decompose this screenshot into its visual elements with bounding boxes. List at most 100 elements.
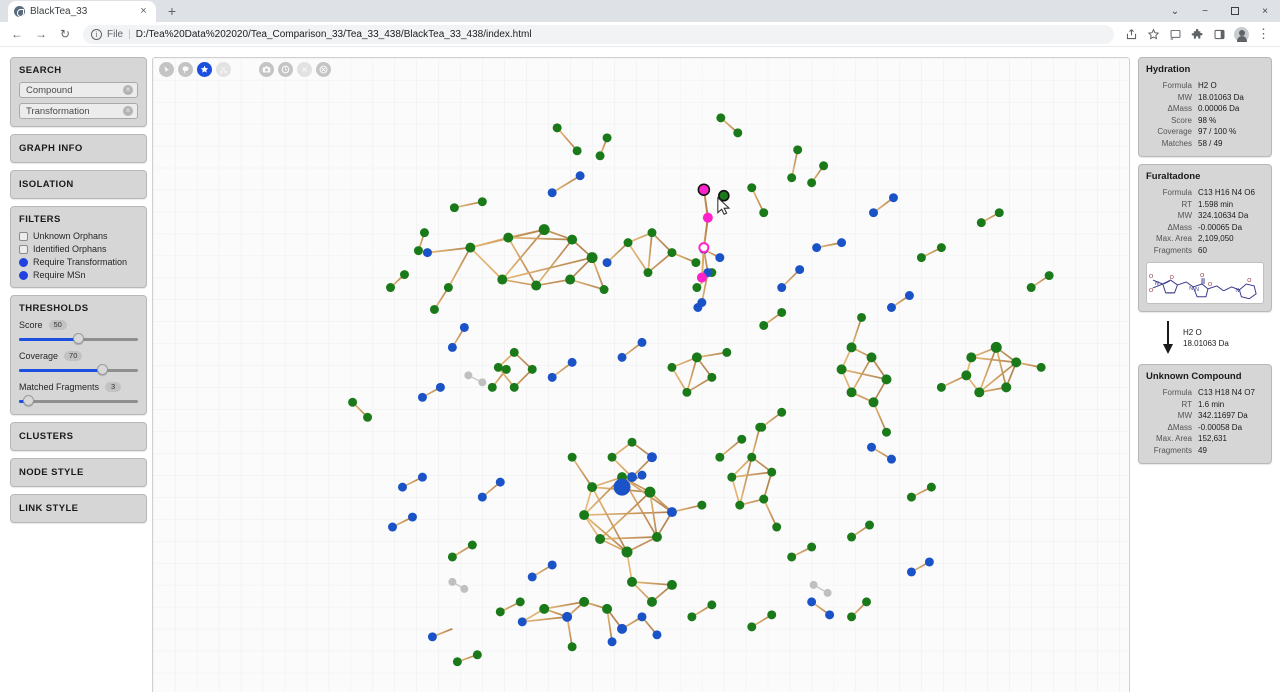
furaltadone-dmass-value: -0.00065 Da: [1198, 222, 1242, 234]
score-slider[interactable]: [19, 333, 138, 345]
back-button[interactable]: ←: [6, 23, 28, 45]
panel-gap-1: [1138, 157, 1272, 164]
link-style-title: LINK STYLE: [19, 503, 138, 514]
snapshot-tool[interactable]: [259, 62, 274, 77]
hydration-panel: Hydration Formula H2 O MW 18.01063 Da ΔM…: [1138, 57, 1272, 157]
star-layout-tool[interactable]: [197, 62, 212, 77]
furaltadone-mw-key: MW: [1146, 210, 1198, 222]
hydration-matches-value: 58 / 49: [1198, 138, 1222, 150]
search-panel-title: SEARCH: [19, 65, 138, 76]
isolation-panel[interactable]: ISOLATION: [10, 170, 147, 199]
graph-toolbar: [159, 62, 331, 77]
extensions-puzzle-icon[interactable]: [1187, 24, 1208, 45]
minimize-button[interactable]: −: [1190, 0, 1220, 22]
network-graph-svg[interactable]: [153, 58, 1129, 692]
coverage-slider-knob[interactable]: [97, 364, 108, 375]
clear-selection-tool: [297, 62, 312, 77]
unknown-row-fragments: Fragments 49: [1146, 445, 1264, 457]
furaltadone-mw-value: 324.10634 Da: [1198, 210, 1248, 222]
svg-text:O: O: [1170, 275, 1174, 281]
new-tab-button[interactable]: +: [162, 1, 182, 21]
hydration-title: Hydration: [1146, 64, 1264, 75]
compound-clear-icon[interactable]: ×: [123, 85, 133, 95]
reload-button[interactable]: ↻: [54, 23, 76, 45]
hydration-score-key: Score: [1146, 115, 1198, 127]
hydration-row-dmass: ΔMass 0.00006 Da: [1146, 103, 1264, 115]
transformation-mass: 18.01063 Da: [1183, 338, 1229, 349]
node-style-panel[interactable]: NODE STYLE: [10, 458, 147, 487]
side-panel-icon[interactable]: [1209, 24, 1230, 45]
unknown-formula-value: C13 H18 N4 O7: [1198, 387, 1255, 399]
close-window-button[interactable]: ×: [1250, 0, 1280, 22]
remove-tool[interactable]: [316, 62, 331, 77]
score-slider-knob[interactable]: [73, 333, 84, 344]
furaltadone-row-maxarea: Max. Area 2,109,050: [1146, 233, 1264, 245]
unknown-compound-title: Unknown Compound: [1146, 371, 1264, 382]
bookmark-star-icon[interactable]: [1143, 24, 1164, 45]
tab-strip: BlackTea_33 × + ⌄ − ×: [0, 0, 1280, 22]
require-msn-checkbox[interactable]: [19, 271, 28, 280]
matched-fragments-slider[interactable]: [19, 395, 138, 407]
maximize-button[interactable]: [1220, 0, 1250, 22]
profile-avatar-icon[interactable]: [1231, 24, 1252, 45]
unknown-maxarea-key: Max. Area: [1146, 433, 1198, 445]
identified-orphans-checkbox[interactable]: [19, 245, 28, 254]
furaltadone-formula-key: Formula: [1146, 187, 1198, 199]
cast-icon[interactable]: [1165, 24, 1186, 45]
unknown-row-maxarea: Max. Area 152,631: [1146, 433, 1264, 445]
address-bar[interactable]: i File | D:/Tea%20Data%202020/Tea_Compar…: [83, 25, 1114, 44]
matched-fragments-label: Matched Fragments: [19, 382, 99, 392]
tab-search-button[interactable]: ⌄: [1160, 0, 1190, 22]
furaltadone-panel: Furaltadone Formula C13 H16 N4 O6 RT 1.5…: [1138, 164, 1272, 312]
hydration-formula-value: H2 O: [1198, 80, 1217, 92]
furaltadone-row-formula: Formula C13 H16 N4 O6: [1146, 187, 1264, 199]
node-style-title: NODE STYLE: [19, 467, 138, 478]
graph-info-panel[interactable]: GRAPH INFO: [10, 134, 147, 163]
coverage-slider[interactable]: [19, 364, 138, 376]
site-info-icon[interactable]: i: [91, 29, 102, 40]
right-sidebar: Hydration Formula H2 O MW 18.01063 Da ΔM…: [1138, 57, 1272, 464]
forward-button[interactable]: →: [30, 23, 52, 45]
share-icon[interactable]: [1121, 24, 1142, 45]
lasso-tool[interactable]: [178, 62, 193, 77]
unknown-fragments-value: 49: [1198, 445, 1207, 457]
select-pointer-tool[interactable]: [159, 62, 174, 77]
link-style-panel[interactable]: LINK STYLE: [10, 494, 147, 523]
svg-text:O: O: [1247, 278, 1251, 284]
require-transformation-checkbox[interactable]: [19, 258, 28, 267]
browser-tab[interactable]: BlackTea_33 ×: [8, 1, 156, 22]
page-content: SEARCH × × GRAPH INFO ISOLATION FILTERS: [0, 47, 1280, 692]
selected-node-2: [699, 243, 708, 252]
browser-menu-icon[interactable]: ⋮: [1253, 24, 1274, 45]
network-graph-area[interactable]: © Copyright 2018-2021 Thermo Fisher Scie…: [152, 57, 1130, 692]
hydration-matches-key: Matches: [1146, 138, 1198, 150]
selected-node-1: [703, 213, 713, 223]
reset-tool[interactable]: [278, 62, 293, 77]
unknown-orphans-checkbox[interactable]: [19, 232, 28, 241]
filter-unknown-orphans[interactable]: Unknown Orphans: [19, 231, 138, 241]
unknown-formula-key: Formula: [1146, 387, 1198, 399]
transformation-search-input[interactable]: [26, 106, 131, 117]
unknown-fragments-key: Fragments: [1146, 445, 1198, 457]
hovered-node: [719, 191, 729, 201]
filter-require-msn[interactable]: Require MSn: [19, 270, 138, 280]
matched-fragments-slider-knob[interactable]: [23, 395, 34, 406]
hydration-row-matches: Matches 58 / 49: [1146, 138, 1264, 150]
tab-close-icon[interactable]: ×: [137, 5, 150, 18]
matched-fragments-threshold-label: Matched Fragments 3: [19, 382, 138, 392]
score-label: Score: [19, 320, 43, 330]
filter-identified-orphans[interactable]: Identified Orphans: [19, 244, 138, 254]
hydration-row-coverage: Coverage 97 / 100 %: [1146, 126, 1264, 138]
furaltadone-row-fragments: Fragments 60: [1146, 245, 1264, 257]
matched-fragments-value-badge: 3: [105, 382, 121, 392]
graph-tool-group-right: [259, 62, 331, 77]
transformation-search-field[interactable]: ×: [19, 103, 138, 119]
compound-search-field[interactable]: ×: [19, 82, 138, 98]
svg-text:N: N: [1195, 287, 1199, 293]
transformation-clear-icon[interactable]: ×: [123, 106, 133, 116]
clusters-panel[interactable]: CLUSTERS: [10, 422, 147, 451]
filter-require-transformation[interactable]: Require Transformation: [19, 257, 138, 267]
compound-search-input[interactable]: [26, 85, 131, 96]
svg-text:O: O: [1149, 288, 1153, 294]
identified-orphans-label: Identified Orphans: [33, 244, 107, 254]
